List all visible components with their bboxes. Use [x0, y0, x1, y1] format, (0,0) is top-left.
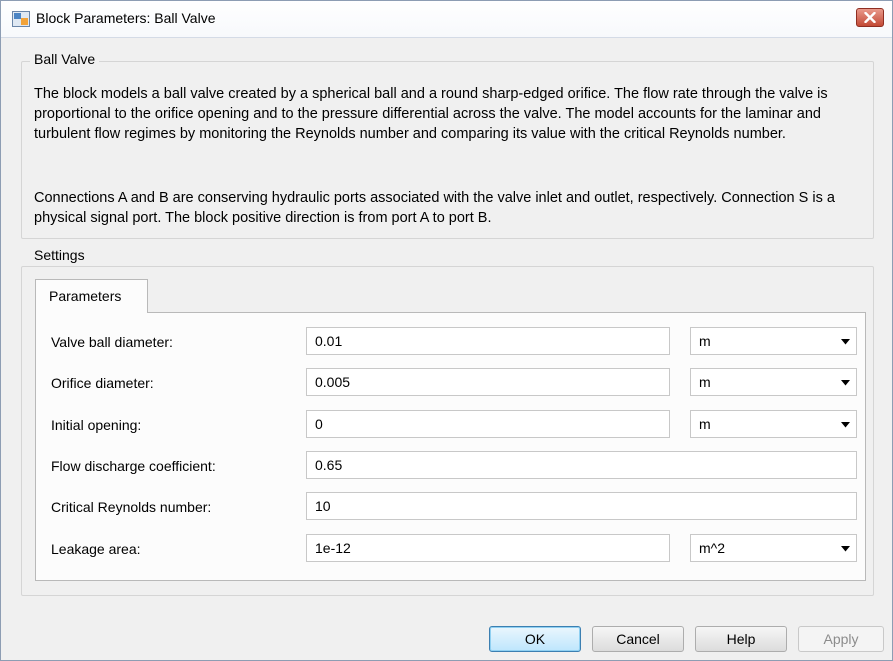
leakage-area-field[interactable]: 1e-12 — [306, 534, 670, 562]
param-label-critical-reynolds-number: Critical Reynolds number: — [51, 499, 212, 515]
initial-opening-field[interactable]: 0 — [306, 410, 670, 438]
valve-ball-diameter-value: 0.01 — [315, 333, 343, 349]
leakage-area-value: 1e-12 — [315, 540, 351, 556]
valve-ball-diameter-field[interactable]: 0.01 — [306, 327, 670, 355]
orifice-diameter-value: 0.005 — [315, 374, 351, 390]
window-title: Block Parameters: Ball Valve — [36, 10, 216, 26]
chevron-down-icon — [841, 380, 850, 386]
flow-discharge-coefficient-value: 0.65 — [315, 457, 343, 473]
help-button[interactable]: Help — [695, 626, 787, 652]
critical-reynolds-number-field[interactable]: 10 — [306, 492, 857, 520]
chevron-down-icon — [841, 422, 850, 428]
block-description-paragraph-2: Connections A and B are conserving hydra… — [34, 190, 835, 226]
orifice-diameter-unit: m — [699, 374, 711, 390]
leakage-area-unit: m^2 — [699, 540, 726, 556]
initial-opening-unit-select[interactable]: m — [690, 410, 857, 438]
settings-group-label: Settings — [30, 247, 89, 263]
dialog-window: Block Parameters: Ball Valve Ball Valve … — [0, 0, 893, 661]
chevron-down-icon — [841, 546, 850, 552]
valve-ball-diameter-unit-select[interactable]: m — [690, 327, 857, 355]
cancel-button[interactable]: Cancel — [592, 626, 684, 652]
tab-parameters[interactable]: Parameters — [35, 279, 148, 313]
param-label-orifice-diameter: Orifice diameter: — [51, 375, 154, 391]
simulink-block-icon — [12, 11, 30, 27]
close-button[interactable] — [856, 8, 884, 27]
title-bar[interactable]: Block Parameters: Ball Valve — [1, 1, 892, 38]
initial-opening-value: 0 — [315, 416, 323, 432]
param-label-initial-opening: Initial opening: — [51, 417, 142, 433]
orifice-diameter-unit-select[interactable]: m — [690, 368, 857, 396]
valve-ball-diameter-unit: m — [699, 333, 711, 349]
block-description-paragraph-1: The block models a ball valve created by… — [34, 86, 828, 142]
initial-opening-unit: m — [699, 416, 711, 432]
leakage-area-unit-select[interactable]: m^2 — [690, 534, 857, 562]
orifice-diameter-field[interactable]: 0.005 — [306, 368, 670, 396]
apply-button[interactable]: Apply — [798, 626, 884, 652]
block-group-label: Ball Valve — [30, 51, 100, 67]
flow-discharge-coefficient-field[interactable]: 0.65 — [306, 451, 857, 479]
ok-button[interactable]: OK — [489, 626, 581, 652]
param-label-leakage-area: Leakage area: — [51, 541, 141, 557]
chevron-down-icon — [841, 339, 850, 345]
param-label-flow-discharge-coefficient: Flow discharge coefficient: — [51, 458, 216, 474]
param-label-valve-ball-diameter: Valve ball diameter: — [51, 334, 173, 350]
tab-parameters-label: Parameters — [49, 288, 122, 304]
critical-reynolds-number-value: 10 — [315, 498, 331, 514]
close-icon — [864, 12, 876, 23]
